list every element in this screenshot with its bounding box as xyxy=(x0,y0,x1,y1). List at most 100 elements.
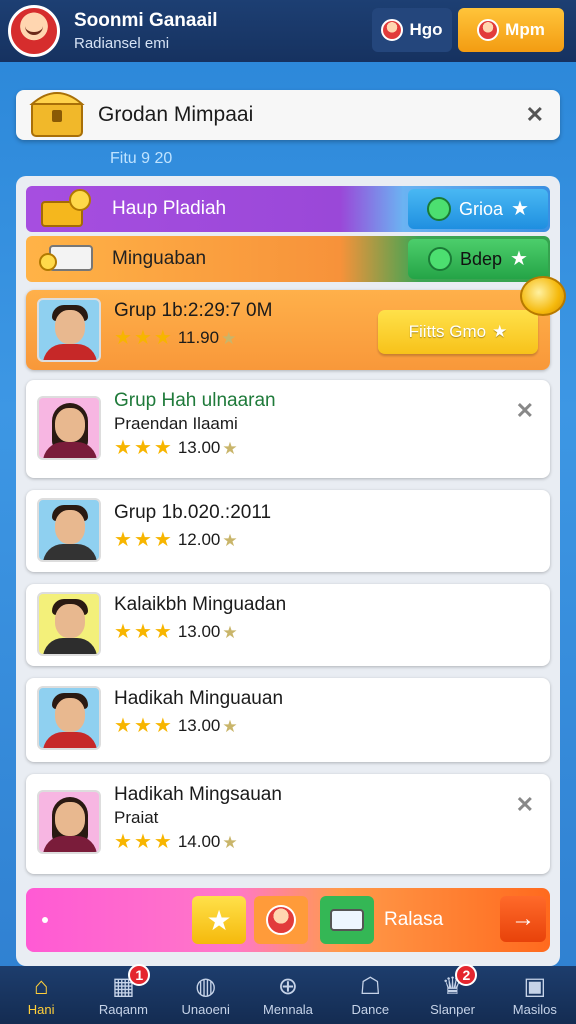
game-icon: ▣ xyxy=(523,972,547,1000)
list-item[interactable]: Grup Hah ulnaaran Praendan Ilaami ★ ★ ★ … xyxy=(26,380,550,478)
character-tile-icon[interactable] xyxy=(254,896,308,944)
star-icon: ★ xyxy=(511,198,529,220)
row-title: Hadikah Mingsauan xyxy=(114,784,282,805)
bdep-label: Bdep xyxy=(460,248,503,269)
nav-item-home[interactable]: ⌂ Hani xyxy=(0,966,82,1024)
close-icon[interactable]: ✕ xyxy=(516,398,534,424)
star-icon: ★ xyxy=(114,327,132,349)
star-icon: ★ xyxy=(153,831,172,853)
list-item[interactable]: Grup 1b:2:29:7 0M ★ ★ ★ 11.90 ★ Fiitts G… xyxy=(26,290,550,370)
gift-coins-icon xyxy=(41,189,91,227)
hgo-button[interactable]: Hgo xyxy=(372,8,452,52)
nav-item-plus[interactable]: ⊕ Mennala xyxy=(247,966,329,1024)
star-tile-icon[interactable]: ★ xyxy=(192,896,246,944)
rating: ★ ★ ★ 14.00 ★ xyxy=(114,832,238,852)
star-icon: ★ xyxy=(222,716,238,736)
nav-item-shop[interactable]: ▦ Raqanm 1 xyxy=(82,964,164,1024)
avatar xyxy=(37,790,101,854)
nav-item-trophy[interactable]: ♛ Slanper 2 xyxy=(411,964,493,1024)
profile-subtitle: Radiansel emi xyxy=(74,35,170,52)
star-icon: ★ xyxy=(153,437,172,459)
nav-label: Dance xyxy=(351,1001,390,1017)
star-icon: ★ xyxy=(153,715,172,737)
row-subtitle: Praiat xyxy=(114,808,159,827)
band-label: Minguaban xyxy=(112,248,207,269)
rating-value: 12.00 xyxy=(177,530,221,549)
avatar xyxy=(37,498,101,562)
promo-label: Ralasa xyxy=(384,909,444,930)
star-icon: ★ xyxy=(133,437,152,459)
avatar xyxy=(37,298,101,362)
reward-band-2[interactable]: Minguaban Bdep ★ xyxy=(26,236,550,282)
rating-value: 13.00 xyxy=(177,438,221,457)
star-icon: ★ xyxy=(133,327,152,349)
star-icon: ★ xyxy=(492,322,508,341)
star-icon: ★ xyxy=(222,530,238,550)
star-icon: ★ xyxy=(133,715,152,737)
bdep-button[interactable]: Bdep ★ xyxy=(408,239,548,279)
nav-label: Hani xyxy=(27,1001,55,1017)
profile-avatar[interactable] xyxy=(8,5,60,57)
dot-icon xyxy=(42,917,48,923)
plus-icon: ⊕ xyxy=(277,972,299,1000)
rating: ★ ★ ★ 13.00 ★ xyxy=(114,438,238,458)
claim-button[interactable]: Fiitts Gmo ★ xyxy=(378,310,538,354)
close-icon[interactable]: ✕ xyxy=(526,102,544,128)
promo-bar[interactable]: ★ Ralasa → xyxy=(26,888,550,952)
section-header-card: Grodan Mimpaai ✕ xyxy=(16,90,560,140)
nav-label: Masilos xyxy=(512,1001,557,1017)
star-icon: ★ xyxy=(153,621,172,643)
notification-badge: 2 xyxy=(455,964,478,986)
claim-label: Fiitts Gmo xyxy=(408,322,487,341)
rating-value: 13.00 xyxy=(177,716,221,735)
star-icon: ★ xyxy=(114,529,132,551)
star-icon: ★ xyxy=(510,248,528,270)
bottom-nav: ⌂ Hani ▦ Raqanm 1 ◍ Unaoeni ⊕ Mennala ☖ … xyxy=(0,964,576,1024)
rating-value: 11.90 xyxy=(177,328,220,347)
gift-tile-icon[interactable] xyxy=(320,896,374,944)
star-icon: ★ xyxy=(114,831,132,853)
nav-item-game[interactable]: ▣ Masilos xyxy=(494,966,576,1024)
row-title: Kalaikbh Minguadan xyxy=(114,594,287,615)
notification-badge: 1 xyxy=(128,964,151,986)
arrow-right-icon[interactable]: → xyxy=(500,896,546,942)
character-icon xyxy=(381,19,404,41)
reward-band-1[interactable]: Haup Pladiah Grioa ★ xyxy=(26,186,550,232)
rating: ★ ★ ★ 13.00 ★ xyxy=(114,622,238,642)
list-item[interactable]: Hadikah Mingsauan Praiat ★ ★ ★ 14.00 ★ ✕ xyxy=(26,774,550,874)
character-icon xyxy=(477,19,500,41)
row-title: Grup 1b:2:29:7 0M xyxy=(114,300,273,321)
mpm-button[interactable]: Mpm xyxy=(458,8,564,52)
hgo-label: Hgo xyxy=(409,20,443,39)
badge-icon xyxy=(428,247,452,271)
star-icon: ★ xyxy=(153,529,172,551)
avatar xyxy=(37,686,101,750)
top-bar: Soonmi Ganaail Radiansel emi Hgo Mpm xyxy=(0,0,576,62)
filter-label: Fitu 9 20 xyxy=(110,150,173,167)
home-icon: ⌂ xyxy=(33,972,49,1000)
list-item[interactable]: Hadikah Minguauan ★ ★ ★ 13.00 ★ xyxy=(26,678,550,762)
star-icon: ★ xyxy=(114,437,132,459)
nav-item-chat[interactable]: ☖ Dance xyxy=(329,966,411,1024)
section-title: Grodan Mimpaai xyxy=(98,103,254,126)
list-item[interactable]: Grup 1b.020.:2011 ★ ★ ★ 12.00 ★ xyxy=(26,490,550,572)
nav-item-globe[interactable]: ◍ Unaoeni xyxy=(165,966,247,1024)
star-icon: ★ xyxy=(153,327,172,349)
list-item[interactable]: Kalaikbh Minguadan ★ ★ ★ 13.00 ★ xyxy=(26,584,550,666)
nav-label: Slanper xyxy=(430,1001,475,1017)
treasure-chest-icon xyxy=(29,92,85,137)
band-label: Haup Pladiah xyxy=(112,198,227,219)
row-title: Grup Hah ulnaaran xyxy=(114,390,276,411)
mpm-label: Mpm xyxy=(505,20,545,39)
star-icon: ★ xyxy=(114,621,132,643)
close-icon[interactable]: ✕ xyxy=(516,792,534,818)
profile-name: Soonmi Ganaail xyxy=(74,10,218,31)
nav-label: Mennala xyxy=(263,1001,313,1017)
avatar xyxy=(37,396,101,460)
badge-icon xyxy=(427,197,452,221)
grioa-button[interactable]: Grioa ★ xyxy=(408,189,548,229)
rating-value: 14.00 xyxy=(177,832,221,851)
chat-icon: ☖ xyxy=(359,972,382,1000)
star-icon: ★ xyxy=(114,715,132,737)
star-icon: ★ xyxy=(133,529,152,551)
